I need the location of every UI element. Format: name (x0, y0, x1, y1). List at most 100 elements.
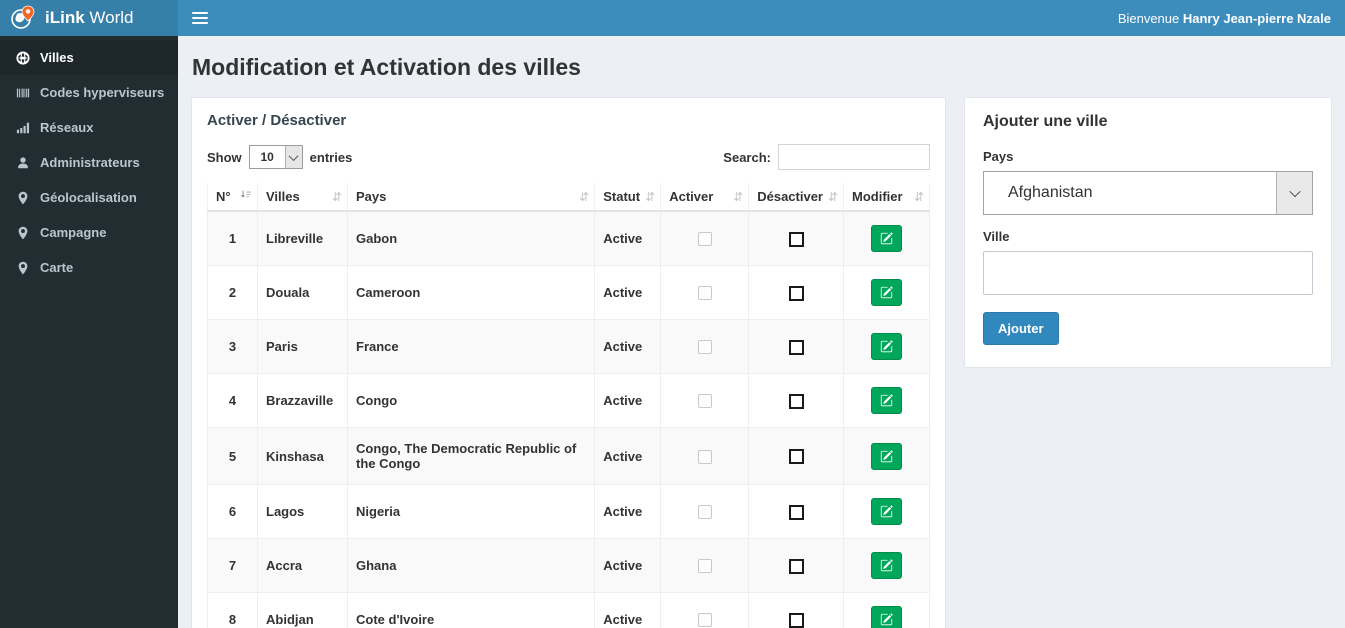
activer-checkbox[interactable] (697, 449, 712, 464)
statut-cell: Active (594, 210, 662, 266)
page-length-control: Show 10 entries (207, 145, 352, 169)
desactiver-cell (748, 427, 844, 485)
page-length-value: 10 (260, 150, 274, 164)
pays-select[interactable]: Afghanistan (983, 171, 1313, 215)
column-header-modifier[interactable]: Modifier ⇵ (843, 183, 930, 212)
page-title: Modification et Activation des villes (192, 54, 581, 80)
ville-input[interactable] (983, 251, 1313, 295)
ville-cell: Douala (257, 265, 348, 320)
desactiver-checkbox[interactable] (788, 558, 804, 574)
desactiver-checkbox[interactable] (788, 504, 804, 520)
page-length-select[interactable]: 10 (248, 145, 303, 169)
column-header-label: Modifier (852, 189, 903, 204)
ville-cell: Paris (257, 319, 348, 374)
sidebar-item-label: Géolocalisation (40, 190, 137, 205)
modifier-cell (843, 538, 930, 593)
column-header-statut[interactable]: Statut ⇵ (594, 183, 662, 212)
row-number-cell: 4 (207, 373, 258, 428)
sidebar-item-reseaux[interactable]: Réseaux (0, 110, 178, 145)
edit-button[interactable] (871, 279, 902, 306)
sidebar-item-label: Réseaux (40, 120, 94, 135)
ville-cell: Brazzaville (257, 373, 348, 428)
sidebar-item-codes-hyperviseurs[interactable]: Codes hyperviseurs (0, 75, 178, 110)
edit-button[interactable] (871, 606, 902, 628)
pays-cell: Congo, The Democratic Republic of the Co… (346, 427, 596, 485)
add-panel-title: Ajouter une ville (983, 113, 1108, 130)
activer-checkbox[interactable] (697, 613, 712, 628)
edit-pencil-icon (880, 340, 893, 353)
sidebar-item-geolocalisation[interactable]: Géolocalisation (0, 180, 178, 215)
desactiver-checkbox[interactable] (788, 393, 804, 409)
table-row: 6 Lagos Nigeria Active (207, 484, 930, 539)
desactiver-cell (748, 265, 844, 320)
column-header-pays[interactable]: Pays ⇵ (346, 183, 596, 212)
row-number-cell: 6 (207, 484, 258, 539)
statut-cell: Active (594, 538, 662, 593)
desactiver-checkbox[interactable] (788, 449, 804, 465)
column-header-label: Statut (603, 189, 641, 204)
edit-button[interactable] (871, 387, 902, 414)
column-header-activer[interactable]: Activer ⇵ (660, 183, 750, 212)
sidebar-item-administrateurs[interactable]: Administrateurs (0, 145, 178, 180)
desactiver-checkbox[interactable] (788, 285, 804, 301)
column-header-desactiver[interactable]: Désactiver ⇵ (748, 183, 844, 212)
activer-checkbox[interactable] (697, 559, 712, 574)
edit-button[interactable] (871, 333, 902, 360)
edit-button[interactable] (871, 442, 902, 470)
main-content: Modification et Activation des villes Ac… (178, 36, 1345, 628)
modifier-cell (843, 265, 930, 320)
activer-checkbox[interactable] (697, 286, 712, 301)
user-icon (15, 155, 30, 170)
modifier-cell (843, 319, 930, 374)
sort-icon: ⇵ (579, 189, 590, 204)
pays-selected-value: Afghanistan (1008, 184, 1093, 201)
brand-name: iLink World (45, 8, 134, 28)
sidebar-item-label: Codes hyperviseurs (40, 85, 165, 100)
pays-label: Pays (983, 149, 1014, 164)
sort-icon: ⇵ (827, 189, 838, 204)
edit-button[interactable] (871, 225, 902, 252)
activer-checkbox[interactable] (697, 394, 712, 409)
desactiver-cell (748, 484, 844, 539)
activer-cell (660, 427, 750, 485)
sidebar-item-carte[interactable]: Carte (0, 250, 178, 285)
welcome-text: Bienvenue Hanry Jean-pierre Nzale (1118, 11, 1331, 26)
column-header-label: Activer (669, 189, 714, 204)
user-name: Hanry Jean-pierre Nzale (1182, 10, 1331, 26)
hamburger-icon[interactable] (192, 12, 208, 24)
activer-checkbox[interactable] (697, 340, 712, 355)
welcome-prefix: Bienvenue (1117, 10, 1183, 26)
row-number-cell: 2 (207, 265, 258, 320)
activer-cell (660, 538, 750, 593)
search-control: Search: (723, 144, 930, 170)
activer-cell (660, 265, 750, 320)
sidebar-item-label: Administrateurs (40, 155, 140, 170)
edit-button[interactable] (871, 498, 902, 525)
table-row: 2 Douala Cameroon Active (207, 265, 930, 320)
ajouter-button[interactable]: Ajouter (983, 312, 1059, 345)
sidebar-item-campagne[interactable]: Campagne (0, 215, 178, 250)
desactiver-cell (748, 538, 844, 593)
statut-cell: Active (594, 484, 662, 539)
signal-bars-icon (15, 120, 30, 135)
edit-pencil-icon (880, 449, 893, 462)
modifier-cell (843, 210, 930, 266)
desactiver-checkbox[interactable] (788, 231, 804, 247)
sidebar-item-villes[interactable]: Villes (0, 40, 178, 75)
brand-name-bold: iLink (45, 8, 85, 27)
app-logo[interactable]: iLink World (0, 0, 178, 36)
map-marker-icon (15, 260, 30, 275)
statut-cell: Active (594, 427, 662, 485)
desactiver-checkbox[interactable] (788, 612, 804, 628)
activer-checkbox[interactable] (697, 505, 712, 520)
edit-button[interactable] (871, 552, 902, 579)
activer-cell (660, 592, 750, 628)
search-input[interactable] (778, 144, 930, 170)
row-number-cell: 5 (207, 427, 258, 485)
add-ville-panel: Ajouter une ville Pays Afghanistan Ville… (964, 97, 1332, 368)
column-header-num[interactable]: N° (207, 183, 258, 212)
activer-checkbox[interactable] (697, 232, 712, 247)
desactiver-checkbox[interactable] (788, 339, 804, 355)
column-header-villes[interactable]: Villes ⇵ (257, 183, 348, 212)
brand-name-regular: World (89, 8, 134, 27)
